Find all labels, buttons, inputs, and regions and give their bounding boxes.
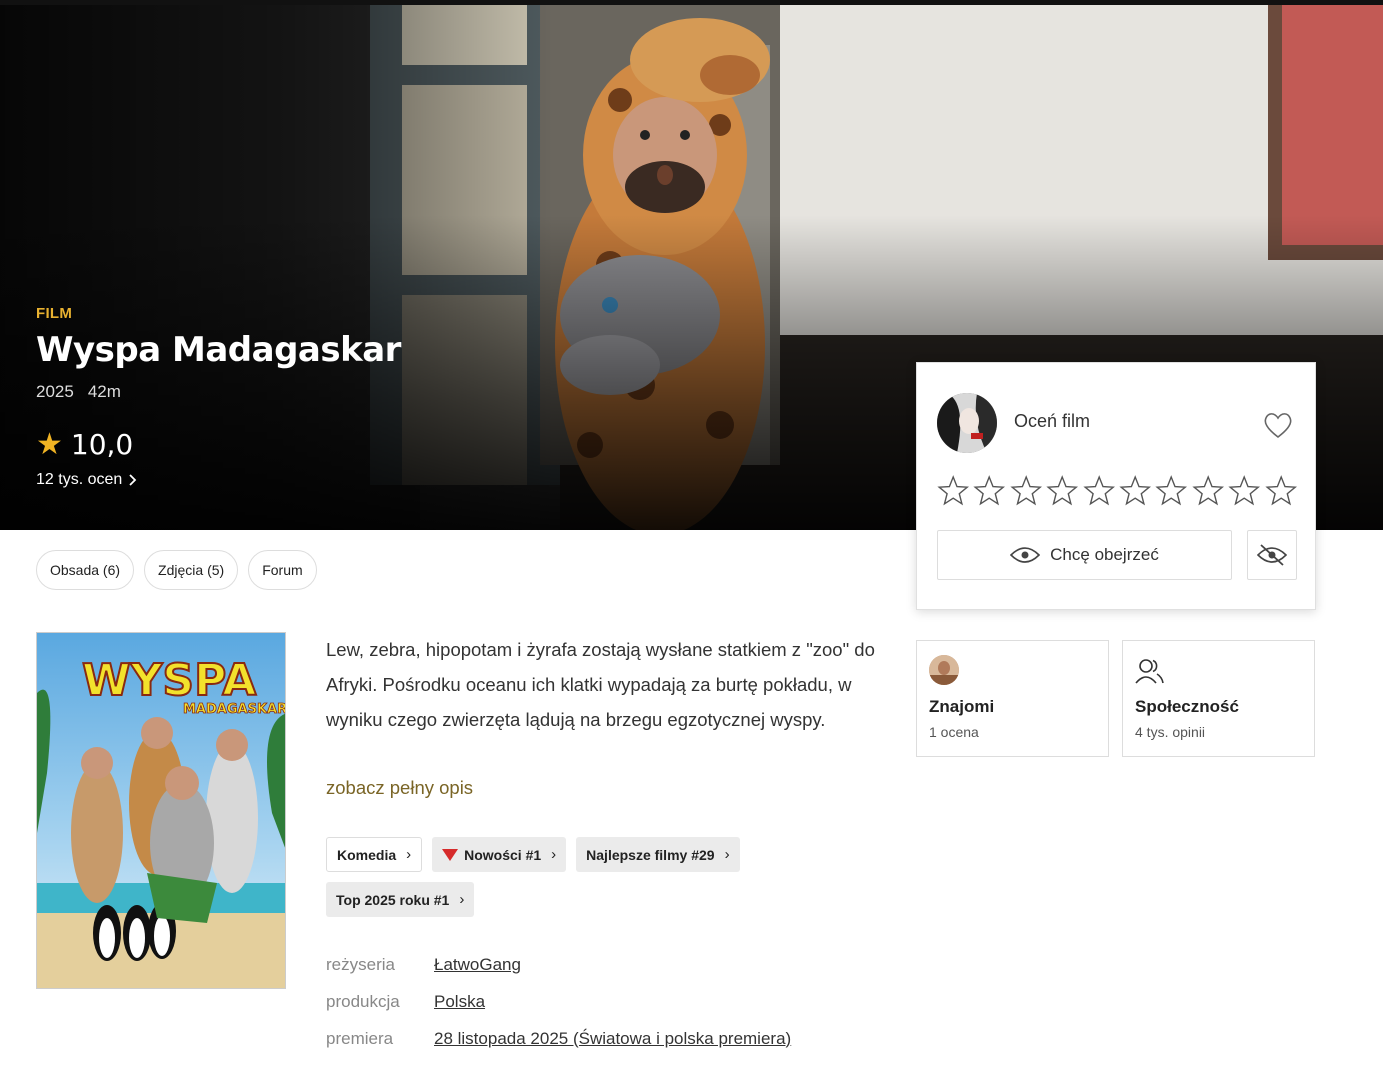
premiere-label: premiera — [326, 1028, 394, 1048]
production-link[interactable]: Polska — [434, 992, 485, 1012]
friends-card[interactable]: Znajomi 1 ocena — [916, 640, 1109, 757]
genre-chip[interactable]: Komedia › — [326, 837, 423, 872]
avatar[interactable] — [937, 393, 997, 453]
film-poster[interactable]: WYSPA MADAGASKAR — [36, 632, 286, 989]
friends-count: 1 ocena — [929, 724, 979, 740]
chevron-right-icon: › — [724, 846, 730, 863]
premiere-row: premiera 28 listopada 2025 (Światowa i p… — [326, 1020, 791, 1057]
film-year: 2025 — [36, 382, 74, 401]
top-year-chip[interactable]: Top 2025 roku #1 › — [326, 882, 475, 917]
community-count: 4 tys. opinii — [1135, 724, 1206, 740]
want-to-watch-label: Chcę obejrzeć — [1050, 545, 1159, 564]
section-tabs: Obsada (6) Zdjęcia (5) Forum — [36, 550, 317, 590]
production-label: produkcja — [326, 991, 400, 1011]
eye-slash-icon — [1257, 544, 1287, 566]
community-card[interactable]: Społeczność 4 tys. opinii — [1122, 640, 1315, 757]
friend-avatar — [929, 655, 959, 685]
poster-image: WYSPA MADAGASKAR — [37, 633, 286, 988]
chevron-right-icon: › — [459, 891, 465, 908]
users-icon — [1135, 659, 1164, 684]
film-description: Lew, zebra, hipopotam i żyrafa zostają w… — [326, 639, 875, 730]
trend-down-triangle-icon — [442, 848, 459, 861]
ratings-count-link[interactable]: 12 tys. ocen — [36, 471, 401, 489]
best-films-chip-label: Najlepsze filmy #29 — [586, 846, 715, 863]
rating-summary: ★ 10,0 — [36, 428, 401, 461]
production-row: produkcja Polska — [326, 983, 791, 1020]
premiere-link[interactable]: 28 listopada 2025 (Światowa i polska pre… — [434, 1029, 791, 1049]
new-releases-chip[interactable]: Nowości #1 › — [432, 837, 567, 872]
eye-icon — [1010, 547, 1041, 563]
not-interested-button[interactable] — [1247, 530, 1297, 580]
heart-icon[interactable] — [1262, 410, 1294, 440]
content-type-label: FILM — [36, 305, 73, 322]
chevron-right-icon: › — [551, 846, 557, 863]
ratings-count-label: 12 tys. ocen — [36, 471, 123, 488]
film-duration: 42m — [87, 382, 121, 401]
star-icon[interactable] — [937, 475, 970, 507]
genre-chip-label: Komedia — [337, 846, 397, 863]
star-icon[interactable] — [1264, 475, 1297, 507]
top-year-chip-label: Top 2025 roku #1 — [336, 891, 450, 908]
star-icon: ★ — [36, 427, 63, 461]
director-link[interactable]: ŁatwoGang — [434, 955, 521, 975]
film-details: reżyseria ŁatwoGang produkcja Polska pre… — [326, 946, 791, 1057]
tab-cast[interactable]: Obsada (6) — [36, 550, 135, 590]
star-icon[interactable] — [1192, 475, 1224, 507]
star-icon[interactable] — [973, 475, 1006, 507]
poster-title-line1: WYSPA — [82, 655, 256, 706]
rate-film-card: Oceń film Chcę obejrzeć — [916, 362, 1316, 610]
poster-title-line2: MADAGASKAR — [183, 702, 286, 717]
friends-title: Znajomi — [929, 697, 995, 716]
chevron-right-icon: › — [406, 846, 412, 863]
star-icon[interactable] — [1082, 475, 1115, 507]
rate-film-title: Oceń film — [1014, 411, 1091, 431]
want-to-watch-button[interactable]: Chcę obejrzeć — [937, 530, 1232, 580]
full-description-link[interactable]: zobacz pełny opis — [326, 777, 473, 799]
tab-photos[interactable]: Zdjęcia (5) — [144, 550, 239, 590]
ranking-chips: Komedia › Nowości #1 › Najlepsze filmy #… — [326, 837, 846, 917]
director-label: reżyseria — [326, 954, 395, 974]
star-rating-input — [937, 475, 1297, 507]
average-rating: 10,0 — [70, 428, 134, 461]
star-icon[interactable] — [1119, 475, 1151, 507]
star-icon[interactable] — [1010, 475, 1042, 507]
star-icon[interactable] — [1046, 475, 1079, 507]
star-icon[interactable] — [1228, 475, 1261, 507]
chevron-right-icon — [129, 474, 137, 486]
new-releases-chip-label: Nowości #1 — [464, 846, 542, 863]
star-icon[interactable] — [1155, 475, 1188, 507]
community-title: Społeczność — [1135, 697, 1239, 716]
best-films-chip[interactable]: Najlepsze filmy #29 › — [576, 837, 740, 872]
tab-forum[interactable]: Forum — [248, 550, 317, 590]
film-meta: 2025 42m — [36, 382, 401, 402]
hero-info: FILM Wyspa Madagaskar 2025 42m ★ 10,0 12… — [36, 305, 401, 489]
page-title: Wyspa Madagaskar — [36, 330, 401, 370]
director-row: reżyseria ŁatwoGang — [326, 946, 791, 983]
